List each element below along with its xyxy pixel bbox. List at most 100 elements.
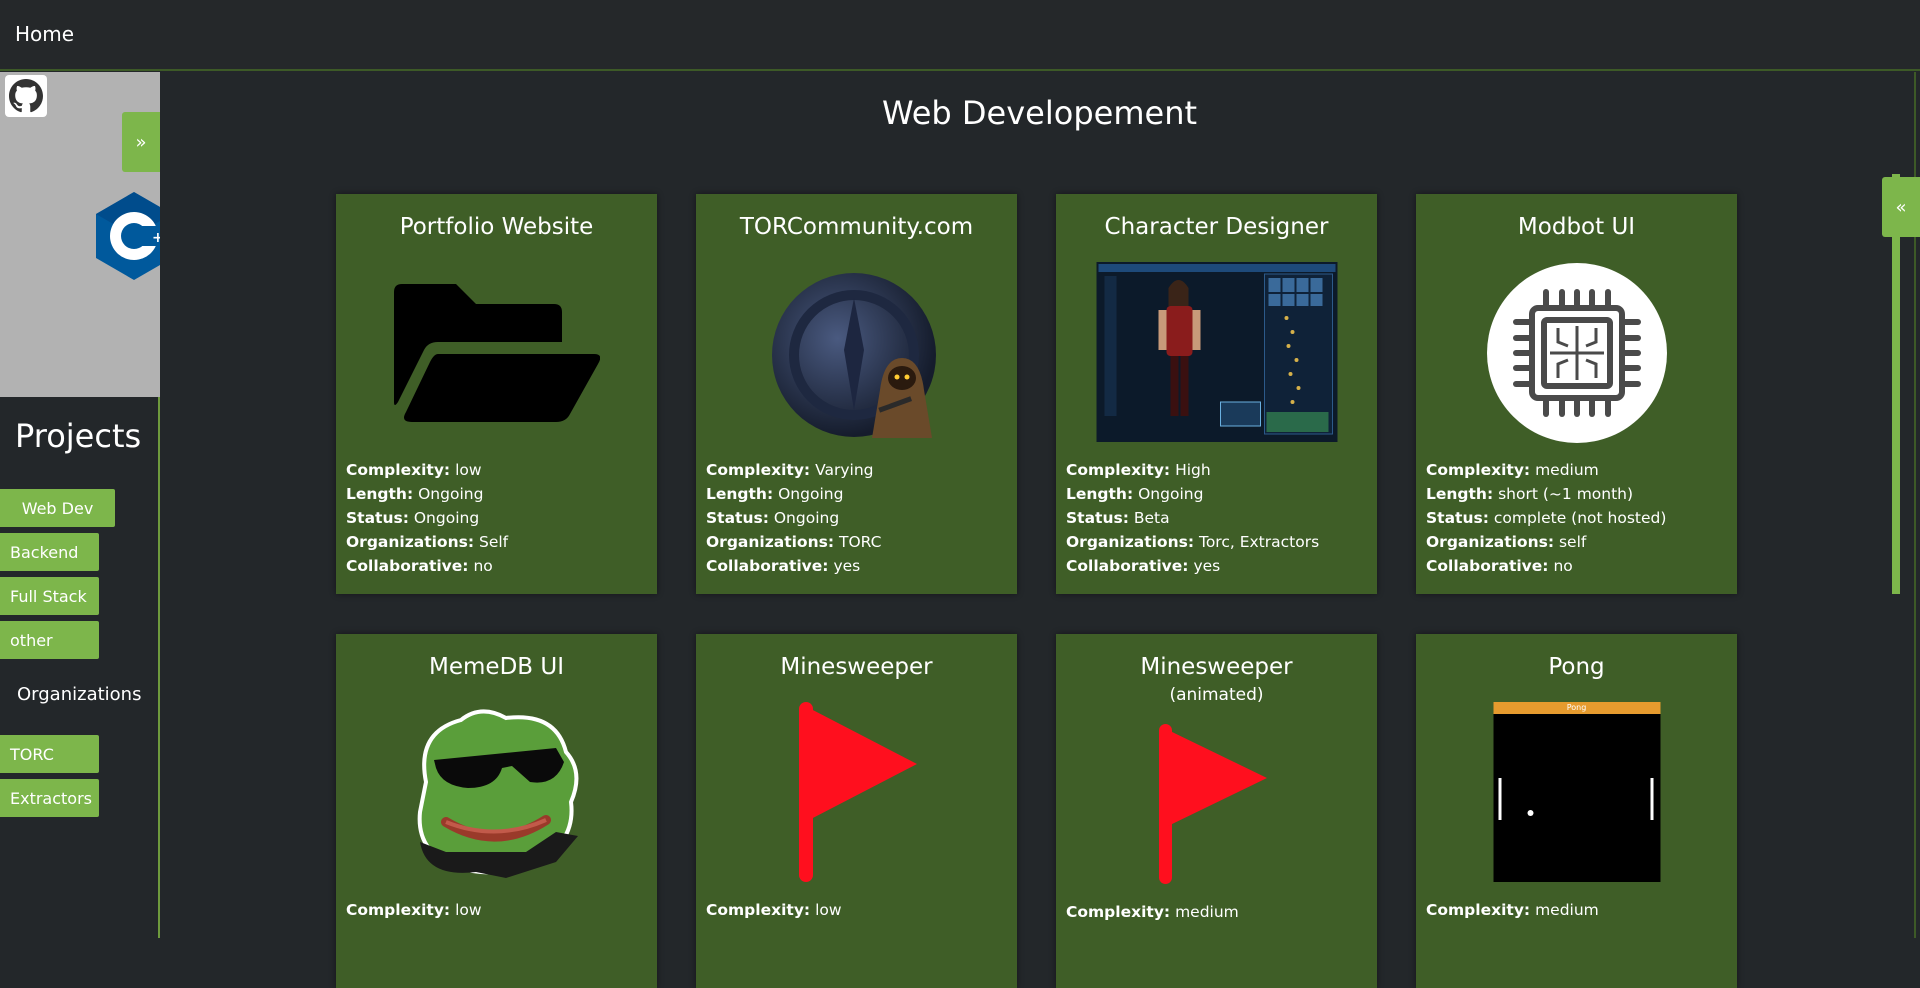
complexity-label: Complexity: xyxy=(1066,903,1171,921)
card-title: Modbot UI xyxy=(1517,214,1636,240)
card-title: Portfolio Website xyxy=(399,214,594,240)
project-card-portfolio[interactable]: Portfolio Website Complexity: low Length… xyxy=(336,194,657,594)
collaborative-label: Collaborative: xyxy=(1066,557,1189,575)
organizations-title: Organizations xyxy=(17,684,142,705)
organizations-value: self xyxy=(1558,533,1587,551)
sidebar-item-web-dev[interactable]: Web Dev xyxy=(0,489,115,527)
project-card-minesweeper[interactable]: Minesweeper Complexity: low xyxy=(696,634,1017,988)
sidebar-item-torc[interactable]: TORC xyxy=(0,735,99,773)
card-meta: Complexity: medium Length: short (~1 mon… xyxy=(1426,458,1666,578)
organizations-value: TORC xyxy=(838,533,882,551)
collaborative-value: yes xyxy=(833,557,861,575)
complexity-label: Complexity: xyxy=(1426,901,1531,919)
sidebar-item-extractors[interactable]: Extractors xyxy=(0,779,99,817)
right-collapse-button[interactable]: « xyxy=(1882,177,1920,237)
torc-logo xyxy=(771,273,936,438)
complexity-label: Complexity: xyxy=(706,901,811,919)
right-scroll-bar[interactable] xyxy=(1892,174,1900,594)
page-title: Web Developement xyxy=(881,94,1198,132)
complexity-value: medium xyxy=(1535,901,1599,919)
length-label: Length: xyxy=(1066,485,1134,503)
card-title: Minesweeper xyxy=(780,654,933,680)
sidebar-item-backend[interactable]: Backend xyxy=(0,533,99,571)
pong-ball xyxy=(1527,810,1533,816)
cpp-logo-icon: + xyxy=(96,192,160,280)
collaborative-label: Collaborative: xyxy=(706,557,829,575)
sidebar-item-full-stack[interactable]: Full Stack xyxy=(0,577,99,615)
complexity-label: Complexity: xyxy=(1426,461,1531,479)
status-label: Status: xyxy=(346,509,409,527)
character-screenshot xyxy=(1096,262,1337,442)
svg-text:+: + xyxy=(152,230,160,246)
folder-icon xyxy=(393,284,600,422)
projects-title: Projects xyxy=(15,417,142,455)
pong-screenshot: Pong xyxy=(1493,702,1660,882)
complexity-value: medium xyxy=(1175,903,1239,921)
collaborative-value: no xyxy=(1553,557,1573,575)
github-button[interactable] xyxy=(5,75,47,117)
organizations-value: Torc, Extractors xyxy=(1198,533,1320,551)
project-card-memedb-ui[interactable]: MemeDB UI Complexity: low xyxy=(336,634,657,988)
card-subtitle: (animated) xyxy=(1169,685,1264,705)
card-title: Character Designer xyxy=(1104,214,1329,240)
project-card-torcommunity[interactable]: TORCommunity.com Complexity: Varying Len… xyxy=(696,194,1017,594)
card-title: TORCommunity.com xyxy=(739,214,974,240)
collaborative-value: no xyxy=(473,557,493,575)
card-meta: Complexity: low xyxy=(346,898,482,922)
chip-icon xyxy=(1486,263,1667,443)
collaborative-value: yes xyxy=(1193,557,1221,575)
flag-icon xyxy=(1159,724,1267,884)
home-link[interactable]: Home xyxy=(15,22,74,46)
pong-header: Pong xyxy=(1493,702,1660,714)
status-label: Status: xyxy=(1066,509,1129,527)
organizations-value: Self xyxy=(478,533,509,551)
length-value: short (~1 month) xyxy=(1498,485,1634,503)
top-navbar: Home xyxy=(0,0,1920,71)
card-meta: Complexity: medium xyxy=(1066,900,1239,924)
complexity-value: low xyxy=(815,901,842,919)
complexity-label: Complexity: xyxy=(346,901,451,919)
pepe-image xyxy=(417,709,578,878)
project-card-pong[interactable]: Pong Pong Complexity: medium xyxy=(1416,634,1737,988)
length-value: Ongoing xyxy=(778,485,844,503)
status-label: Status: xyxy=(706,509,769,527)
sidebar: » + Projects Web Dev Backend Full Stack … xyxy=(0,72,160,938)
sidebar-banner: » + xyxy=(0,72,160,397)
length-label: Length: xyxy=(346,485,414,503)
status-label: Status: xyxy=(1426,509,1489,527)
status-value: Ongoing xyxy=(413,509,480,527)
complexity-label: Complexity: xyxy=(1066,461,1171,479)
length-label: Length: xyxy=(706,485,774,503)
project-card-character-designer[interactable]: Character Designer Complexity: High Leng… xyxy=(1056,194,1377,594)
left-paddle xyxy=(1498,778,1501,820)
complexity-value: low xyxy=(455,901,482,919)
organizations-label: Organizations: xyxy=(346,533,475,551)
card-meta: Complexity: low xyxy=(706,898,842,922)
project-card-modbot-ui[interactable]: Modbot UI Complexity: medium Length: sho… xyxy=(1416,194,1737,594)
sidebar-expand-button[interactable]: » xyxy=(122,112,160,172)
card-title: Minesweeper xyxy=(1140,654,1293,680)
card-meta: Complexity: low Length: Ongoing Status: … xyxy=(346,458,508,578)
main-content: Web Developement Portfolio Website Compl… xyxy=(162,72,1920,988)
length-value: Ongoing xyxy=(418,485,484,503)
sidebar-item-other[interactable]: other xyxy=(0,621,99,659)
length-label: Length: xyxy=(1426,485,1494,503)
status-value: complete (not hosted) xyxy=(1493,509,1667,527)
status-value: Ongoing xyxy=(773,509,840,527)
organizations-label: Organizations: xyxy=(1066,533,1195,551)
github-icon xyxy=(9,79,43,113)
flag-icon xyxy=(799,702,917,882)
complexity-label: Complexity: xyxy=(346,461,451,479)
complexity-value: medium xyxy=(1535,461,1599,479)
status-value: Beta xyxy=(1133,509,1170,527)
complexity-value: High xyxy=(1175,461,1211,479)
right-paddle xyxy=(1650,778,1653,820)
length-value: Ongoing xyxy=(1138,485,1204,503)
card-meta: Complexity: Varying Length: Ongoing Stat… xyxy=(706,458,881,578)
card-title: MemeDB UI xyxy=(429,654,564,680)
card-title: Pong xyxy=(1548,654,1605,680)
collaborative-label: Collaborative: xyxy=(346,557,469,575)
complexity-value: Varying xyxy=(815,461,874,479)
project-card-minesweeper-animated[interactable]: Minesweeper (animated) Complexity: mediu… xyxy=(1056,634,1377,988)
complexity-value: low xyxy=(455,461,482,479)
